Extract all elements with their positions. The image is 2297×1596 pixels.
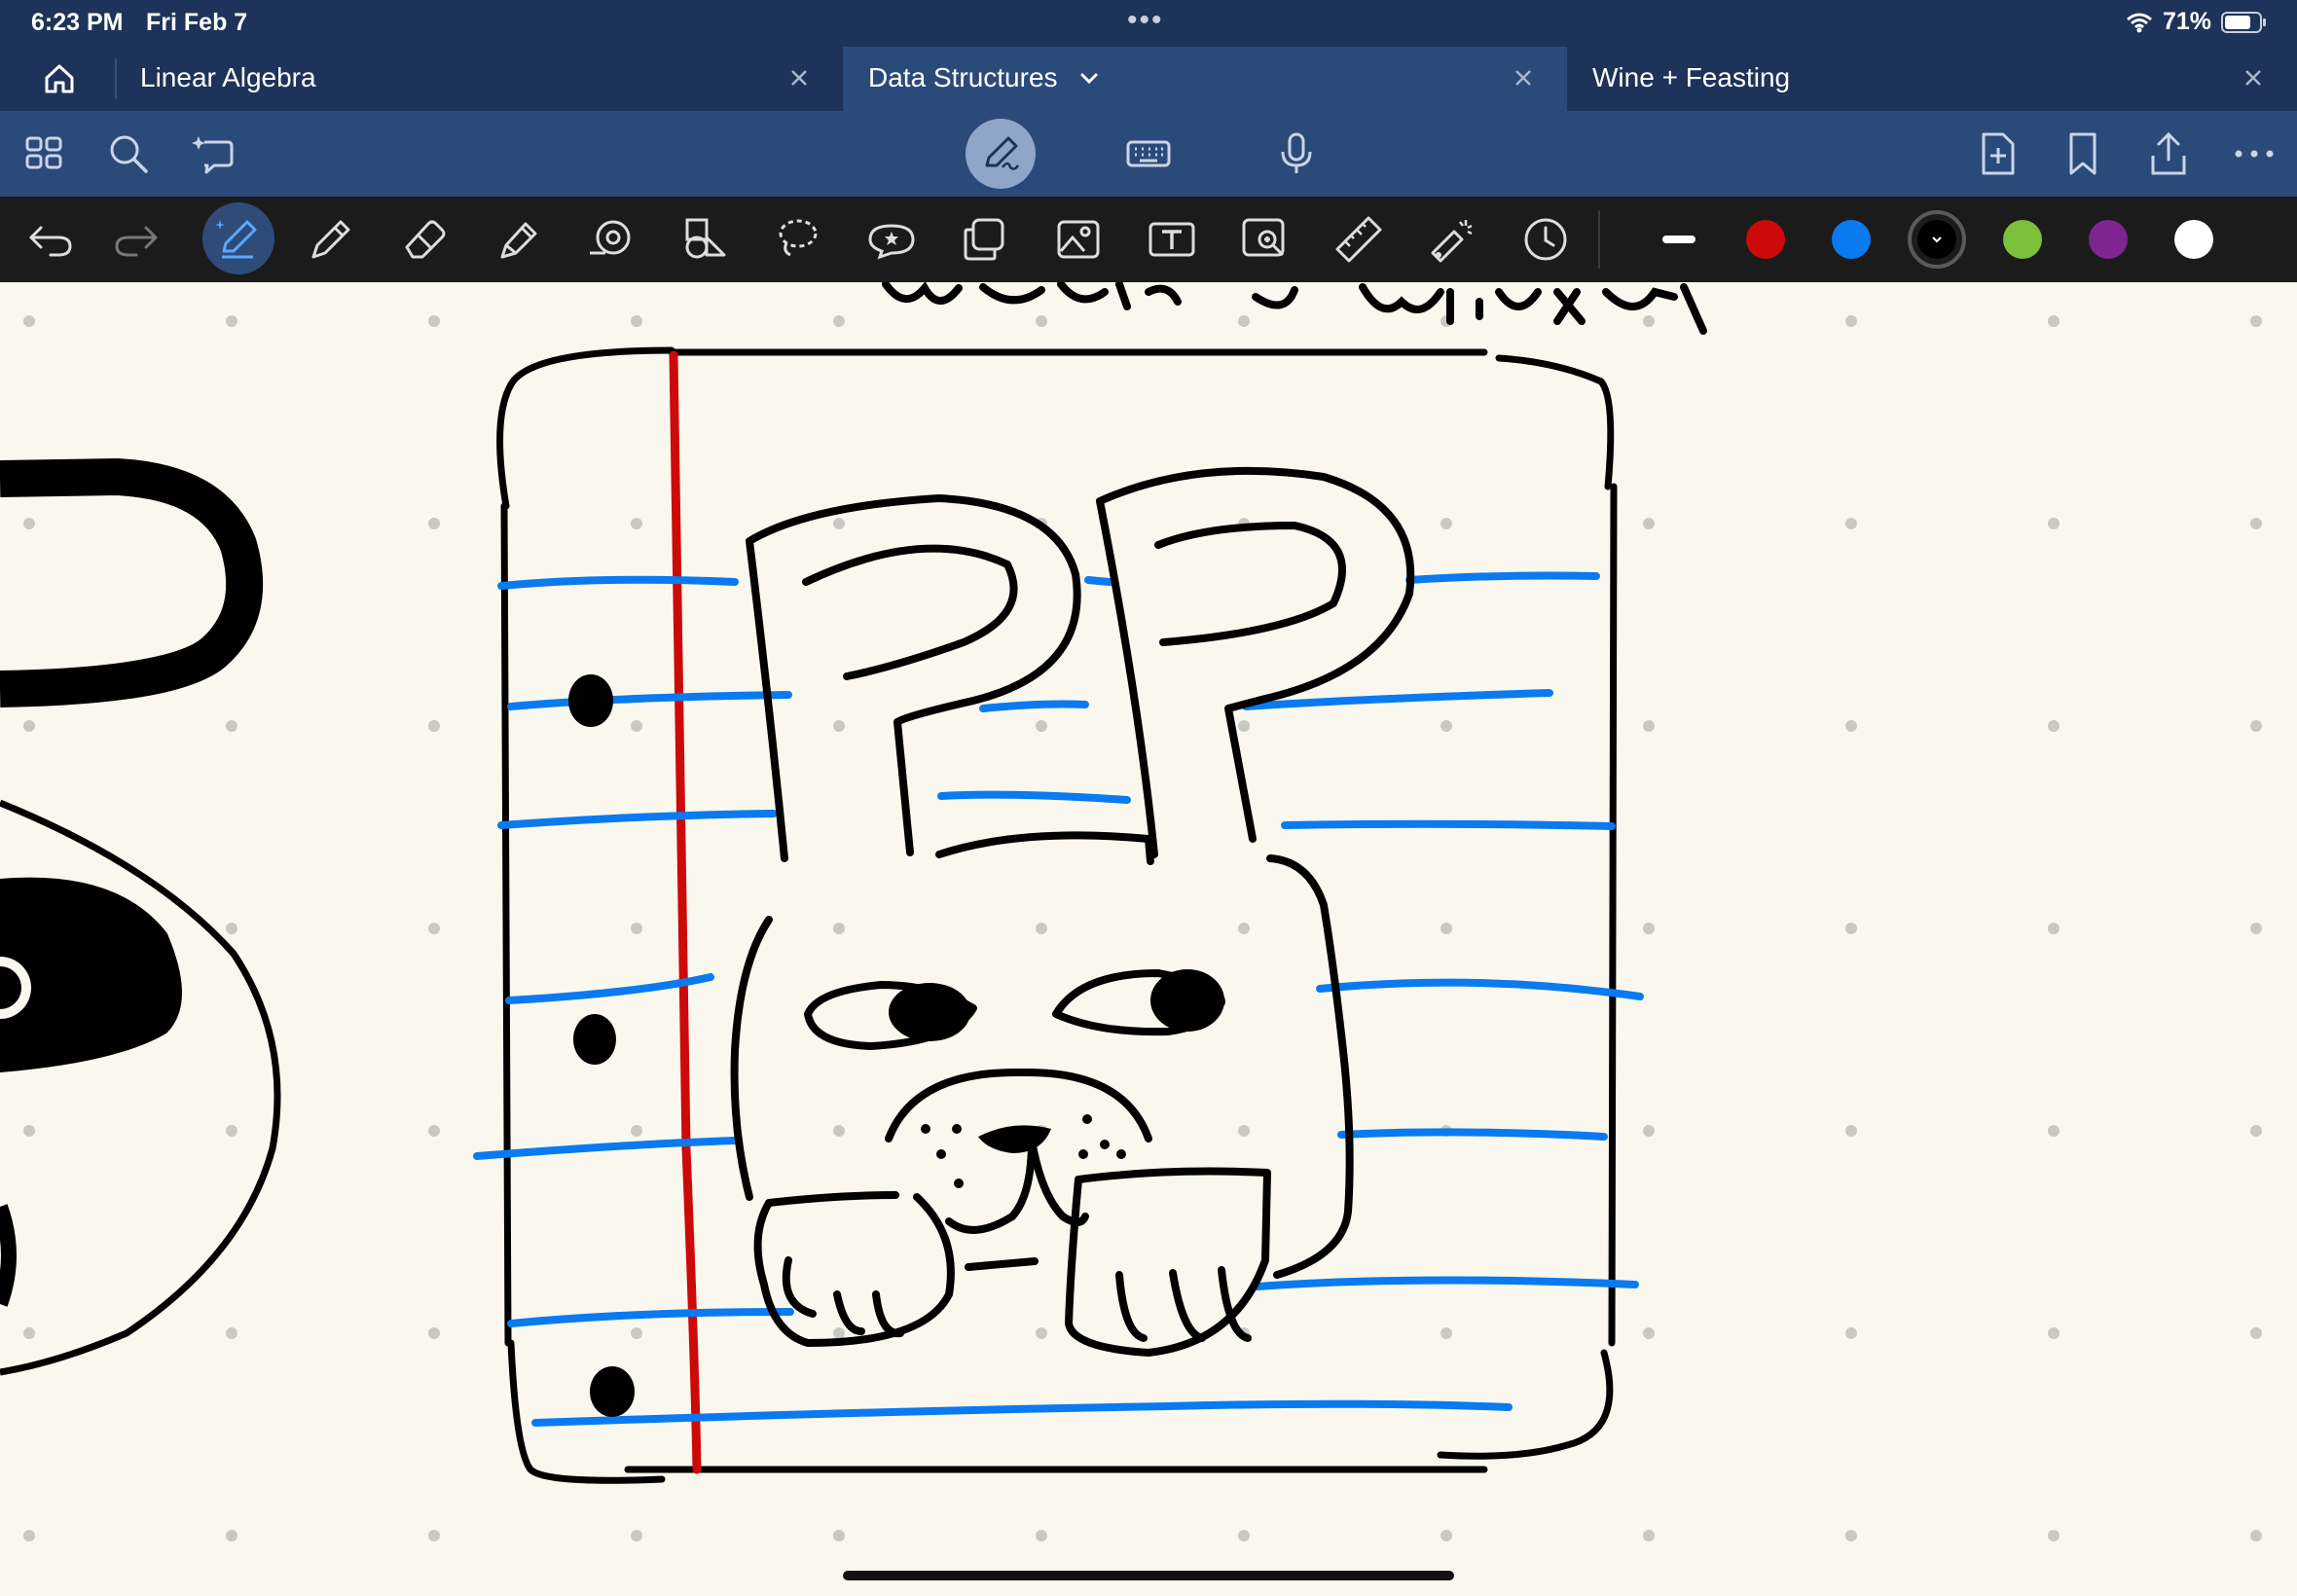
image-icon[interactable]	[1053, 214, 1104, 265]
note-canvas[interactable]	[0, 282, 2297, 1596]
chevron-down-icon[interactable]	[1076, 66, 1102, 91]
color-swatch-purple[interactable]	[2089, 220, 2128, 259]
stroke-width-button[interactable]	[1662, 236, 1695, 243]
sticker-icon[interactable]	[866, 214, 917, 265]
drawing-canvas[interactable]	[0, 282, 2297, 1596]
wifi-icon	[2126, 13, 2152, 32]
search-icon[interactable]	[105, 130, 152, 177]
tab-label: Wine + Feasting	[1592, 62, 1791, 92]
color-swatch-white[interactable]	[2174, 220, 2213, 259]
status-time: 6:23 PM	[31, 9, 124, 36]
share-icon[interactable]	[2145, 130, 2192, 177]
close-icon[interactable]	[1509, 63, 1538, 92]
battery-percent: 71%	[2162, 8, 2211, 35]
color-swatch-red[interactable]	[1746, 220, 1785, 259]
close-icon[interactable]	[784, 63, 814, 92]
undo-icon[interactable]	[25, 214, 76, 265]
close-icon[interactable]	[2239, 63, 2268, 92]
tools-toolbar	[0, 197, 2297, 282]
tab-linear-algebra[interactable]: Linear Algebra	[115, 47, 843, 111]
pen-mode-icon	[985, 136, 1020, 170]
ai-assist-icon[interactable]	[191, 130, 237, 177]
bookmark-icon[interactable]	[2060, 130, 2106, 177]
keyboard-icon[interactable]	[1125, 130, 1172, 177]
battery-icon	[2221, 11, 2266, 33]
color-swatch-green[interactable]	[2003, 220, 2042, 259]
eraser-icon[interactable]	[399, 214, 450, 265]
chevron-down-icon	[1932, 236, 1942, 243]
tab-data-structures[interactable]: Data Structures	[843, 47, 1567, 111]
text-box-icon[interactable]	[1147, 214, 1197, 265]
redo-icon[interactable]	[111, 214, 162, 265]
pencil-icon[interactable]	[306, 214, 356, 265]
thumbnails-icon[interactable]	[21, 130, 68, 177]
dot-grid	[23, 315, 2262, 1542]
element-icon[interactable]	[960, 214, 1010, 265]
status-bar: 6:23 PM Fri Feb 7 ••• 71%	[0, 0, 2297, 47]
notebook-drawing	[473, 346, 1644, 1484]
shapes-icon[interactable]	[679, 214, 730, 265]
tab-bar: Linear Algebra Data Structures Wine + Fe…	[0, 47, 2297, 111]
microphone-icon[interactable]	[1273, 130, 1320, 177]
status-right: 71%	[2126, 8, 2268, 36]
laser-pointer-icon[interactable]	[1427, 214, 1477, 265]
highlighter-icon[interactable]	[492, 214, 543, 265]
ruler-icon[interactable]	[1333, 214, 1384, 265]
add-page-icon[interactable]	[1974, 130, 2021, 177]
lasso-icon[interactable]	[773, 214, 823, 265]
home-icon[interactable]	[39, 58, 80, 99]
pen-mode-button[interactable]	[966, 119, 1036, 189]
tab-label: Data Structures	[868, 62, 1058, 92]
color-swatch-black-selected[interactable]	[1908, 210, 1966, 269]
top-toolbar	[0, 111, 2297, 197]
more-icon[interactable]	[2231, 130, 2278, 177]
home-indicator[interactable]	[843, 1571, 1454, 1580]
handwriting-fragment	[882, 282, 1707, 335]
more-dots-icon[interactable]: •••	[1127, 4, 1164, 37]
tab-wine-feasting[interactable]: Wine + Feasting	[1567, 47, 2297, 111]
tab-label: Linear Algebra	[140, 62, 316, 92]
pen-icon[interactable]	[212, 214, 263, 265]
history-icon[interactable]	[1520, 214, 1571, 265]
status-date: Fri Feb 7	[146, 9, 248, 36]
toolbar-divider	[1598, 210, 1600, 269]
color-swatch-blue[interactable]	[1832, 220, 1871, 259]
tape-icon[interactable]	[586, 214, 637, 265]
zoom-window-icon[interactable]	[1240, 214, 1291, 265]
